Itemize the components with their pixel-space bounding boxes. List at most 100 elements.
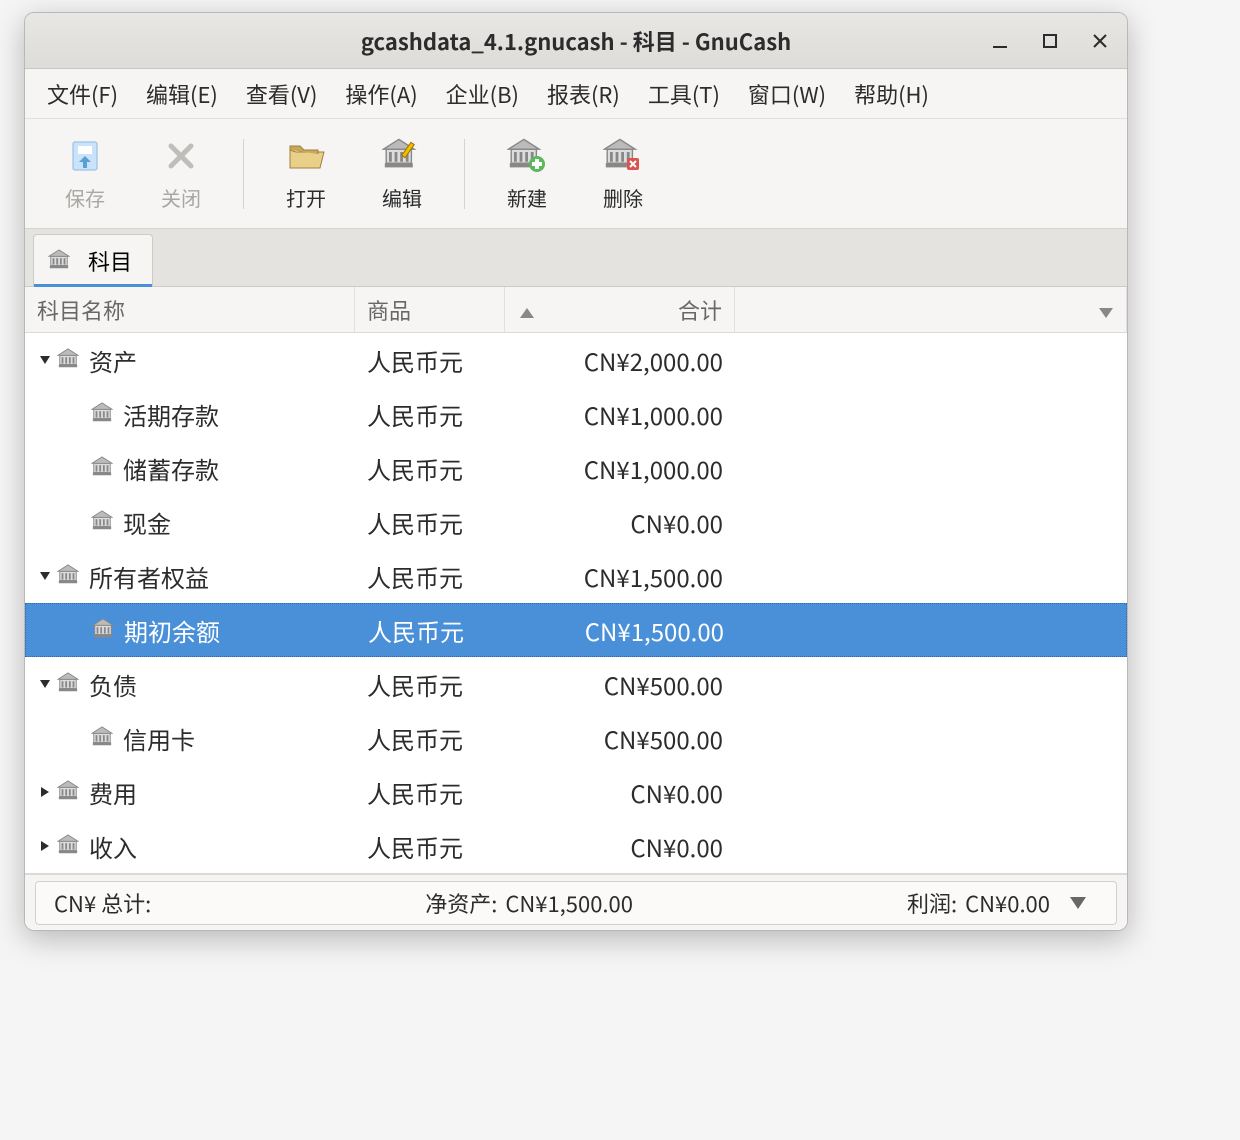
expander-open-icon[interactable]: [33, 354, 57, 366]
menu-actions[interactable]: 操作(A): [331, 72, 431, 116]
account-row[interactable]: 活期存款 人民币元CN¥1,000.00: [25, 387, 1127, 441]
toolbar-separator: [243, 139, 244, 209]
menu-tools[interactable]: 工具(T): [634, 72, 734, 116]
account-commodity: 人民币元: [355, 397, 505, 432]
account-name: 所有者权益: [89, 559, 209, 594]
bank-icon: [91, 510, 115, 534]
bank-icon: [91, 726, 115, 750]
account-tree[interactable]: 资产人民币元CN¥2,000.00活期存款人民币元CN¥1,000.00储蓄存款…: [25, 333, 1127, 874]
account-total: CN¥1,500.00: [506, 613, 736, 648]
account-commodity: 人民币元: [355, 829, 505, 864]
statusbar: CN¥ 总计: 净资产: CN¥1,500.00 利润: CN¥0.00: [25, 874, 1127, 930]
account-commodity: 人民币元: [355, 505, 505, 540]
column-header-total[interactable]: 合计: [505, 287, 735, 332]
account-name: 费用: [89, 775, 137, 810]
sort-ascending-icon: [519, 294, 535, 326]
bank-icon: [57, 348, 81, 372]
tabbar: 科目: [25, 229, 1127, 287]
account-row[interactable]: 费用 人民币元CN¥0.00: [25, 765, 1127, 819]
account-name: 储蓄存款: [123, 451, 219, 486]
toolbar-edit-label: 编辑: [382, 183, 422, 212]
column-header-commodity[interactable]: 商品: [355, 287, 505, 332]
account-total: CN¥0.00: [505, 829, 735, 864]
titlebar: gcashdata_4.1.gnucash - 科目 - GnuCash: [25, 13, 1127, 69]
column-header-spacer[interactable]: [735, 287, 1127, 332]
bank-delete-icon: [602, 135, 644, 177]
window-title: gcashdata_4.1.gnucash - 科目 - GnuCash: [361, 25, 791, 57]
account-name-cell: 所有者权益: [25, 559, 355, 594]
account-name-cell: 信用卡: [25, 721, 355, 756]
account-total: CN¥1,000.00: [505, 451, 735, 486]
status-currency-total: CN¥ 总计:: [54, 887, 151, 919]
account-total: CN¥500.00: [505, 721, 735, 756]
account-row[interactable]: 期初余额人民币元CN¥1,500.00: [25, 603, 1127, 657]
account-name-cell: 储蓄存款: [25, 451, 355, 486]
expander-open-icon[interactable]: [33, 678, 57, 690]
account-row[interactable]: 资产人民币元CN¥2,000.00: [25, 333, 1127, 387]
toolbar-delete-button[interactable]: 删除: [575, 126, 671, 222]
toolbar-delete-label: 删除: [603, 183, 643, 212]
bank-icon: [57, 672, 81, 696]
minimize-button[interactable]: [987, 28, 1013, 54]
toolbar-close-button[interactable]: 关闭: [133, 126, 229, 222]
menu-file[interactable]: 文件(F): [33, 72, 132, 116]
account-name: 期初余额: [124, 613, 220, 648]
toolbar-save-button[interactable]: 保存: [37, 126, 133, 222]
bank-edit-icon: [381, 135, 423, 177]
account-name: 现金: [123, 505, 171, 540]
toolbar-save-label: 保存: [65, 183, 105, 212]
account-row[interactable]: 负债人民币元CN¥500.00: [25, 657, 1127, 711]
tree-header: 科目名称 商品 合计: [25, 287, 1127, 333]
toolbar-open-button[interactable]: 打开: [258, 126, 354, 222]
account-total: CN¥2,000.00: [505, 343, 735, 378]
account-total: CN¥500.00: [505, 667, 735, 702]
account-commodity: 人民币元: [355, 775, 505, 810]
expander-closed-icon[interactable]: [33, 840, 57, 852]
folder-open-icon: [285, 135, 327, 177]
column-header-name[interactable]: 科目名称: [25, 287, 355, 332]
account-total: CN¥0.00: [505, 775, 735, 810]
window-controls: [987, 13, 1113, 69]
menu-window[interactable]: 窗口(W): [734, 72, 840, 116]
maximize-button[interactable]: [1037, 28, 1063, 54]
account-row[interactable]: 储蓄存款 人民币元CN¥1,000.00: [25, 441, 1127, 495]
bank-icon: [91, 456, 115, 480]
toolbar: 保存 关闭 打开 编辑 新建: [25, 119, 1127, 229]
toolbar-close-label: 关闭: [161, 183, 201, 212]
menu-business[interactable]: 企业(B): [432, 72, 533, 116]
account-row[interactable]: 收入 人民币元CN¥0.00: [25, 819, 1127, 873]
account-name: 收入: [89, 829, 137, 864]
account-name-cell: 资产: [25, 343, 355, 378]
account-name: 信用卡: [123, 721, 195, 756]
toolbar-new-button[interactable]: 新建: [479, 126, 575, 222]
menu-edit[interactable]: 编辑(E): [132, 72, 232, 116]
bank-new-icon: [506, 135, 548, 177]
account-row[interactable]: 信用卡人民币元CN¥500.00: [25, 711, 1127, 765]
expander-open-icon[interactable]: [33, 570, 57, 582]
account-name-cell: 活期存款: [25, 397, 355, 432]
expander-closed-icon[interactable]: [33, 786, 57, 798]
status-summary: CN¥ 总计: 净资产: CN¥1,500.00 利润: CN¥0.00: [35, 881, 1117, 925]
bank-icon: [48, 249, 72, 273]
account-commodity: 人民币元: [355, 559, 505, 594]
account-total: CN¥1,000.00: [505, 397, 735, 432]
account-commodity: 人民币元: [355, 451, 505, 486]
account-total: CN¥1,500.00: [505, 559, 735, 594]
account-row[interactable]: 所有者权益 人民币元CN¥1,500.00: [25, 549, 1127, 603]
account-name-cell: 费用: [25, 775, 355, 810]
account-commodity: 人民币元: [355, 343, 505, 378]
tab-accounts[interactable]: 科目: [33, 234, 153, 287]
account-name: 活期存款: [123, 397, 219, 432]
status-net-assets: 净资产: CN¥1,500.00: [425, 887, 633, 919]
toolbar-edit-button[interactable]: 编辑: [354, 126, 450, 222]
toolbar-new-label: 新建: [507, 183, 547, 212]
menu-reports[interactable]: 报表(R): [533, 72, 634, 116]
close-button[interactable]: [1087, 28, 1113, 54]
account-commodity: 人民币元: [355, 667, 505, 702]
menu-help[interactable]: 帮助(H): [840, 72, 943, 116]
account-name-cell: 负债: [25, 667, 355, 702]
status-profit: 利润: CN¥0.00: [907, 887, 1098, 919]
menu-view[interactable]: 查看(V): [232, 72, 332, 116]
status-dropdown-button[interactable]: [1058, 896, 1098, 910]
account-row[interactable]: 现金人民币元CN¥0.00: [25, 495, 1127, 549]
